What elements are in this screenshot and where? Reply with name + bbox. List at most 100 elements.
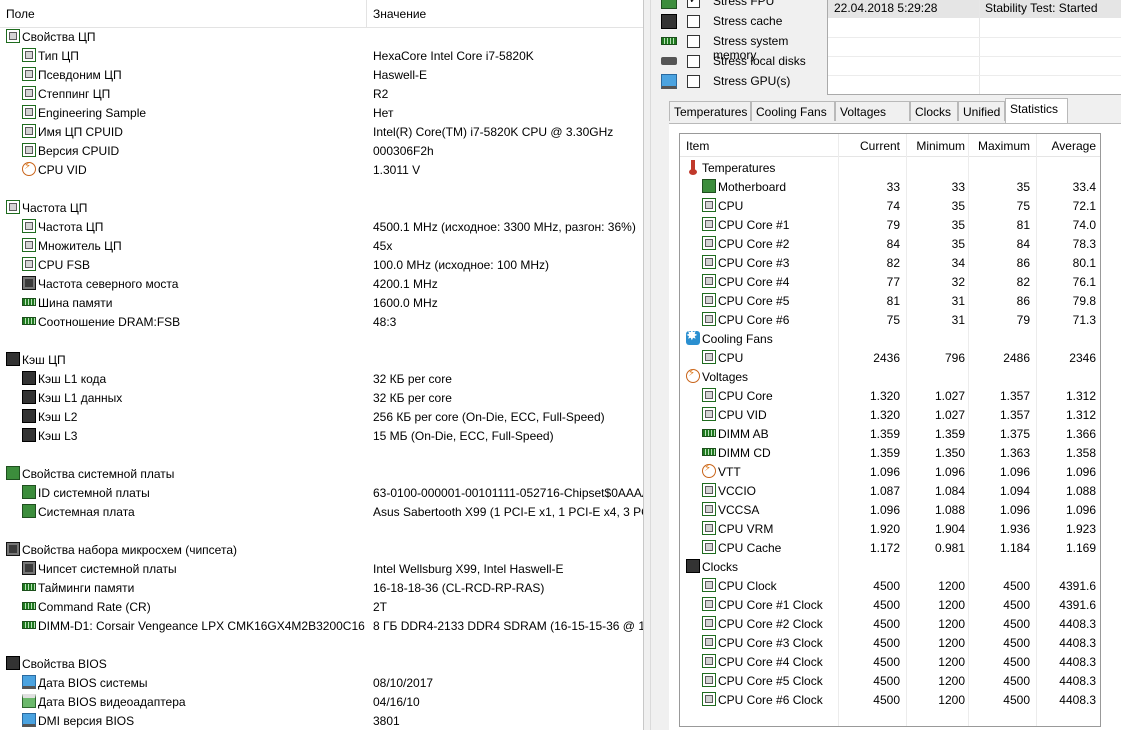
property-row[interactable]: Engineering Sample Нет	[0, 103, 643, 122]
tab-cooling-fans[interactable]: Cooling Fans	[751, 101, 835, 121]
statistics-row[interactable]: CPU Core 1.320 1.027 1.357 1.312	[680, 386, 1100, 405]
property-row[interactable]: Имя ЦП CPUID Intel(R) Core(TM) i7-5820K C…	[0, 122, 643, 141]
statistics-row[interactable]: CPU Core #4 77 32 82 76.1	[680, 272, 1100, 291]
statistics-row[interactable]: CPU VID 1.320 1.027 1.357 1.312	[680, 405, 1100, 424]
property-row[interactable]: Дата BIOS системы 08/10/2017	[0, 673, 643, 692]
statistics-row[interactable]: DIMM CD 1.359 1.350 1.363 1.358	[680, 443, 1100, 462]
property-row[interactable]: CPU VID 1.3011 V	[0, 160, 643, 179]
stress-checkbox[interactable]	[687, 75, 700, 88]
statistics-row[interactable]: CPU Core #1 79 35 81 74.0	[680, 215, 1100, 234]
statistics-row[interactable]: CPU 74 35 75 72.1	[680, 196, 1100, 215]
maximum-column-header[interactable]: Maximum	[972, 139, 1030, 153]
statistics-row[interactable]: CPU Core #4 Clock 4500 1200 4500 4408.3	[680, 652, 1100, 671]
property-row[interactable]: Тип ЦП HexaCore Intel Core i7-5820K	[0, 46, 643, 65]
stress-option-0[interactable]: Stress FPU	[661, 0, 831, 12]
property-row[interactable]: Тайминги памяти 16-18-18-36 (CL-RCD-RP-RA…	[0, 578, 643, 597]
property-label: Дата BIOS системы	[38, 676, 148, 690]
tab-voltages[interactable]: Voltages	[835, 101, 910, 121]
property-row[interactable]: Дата BIOS видеоадаптера 04/16/10	[0, 692, 643, 711]
tab-clocks[interactable]: Clocks	[910, 101, 958, 121]
statistics-row[interactable]: CPU Core #6 75 31 79 71.3	[680, 310, 1100, 329]
property-row[interactable]: Частота ЦП 4500.1 MHz (исходное: 3300 MHz…	[0, 217, 643, 236]
statistics-row[interactable]: DIMM AB 1.359 1.359 1.375 1.366	[680, 424, 1100, 443]
property-row[interactable]: Системная плата Asus Sabertooth X99 (1 PC…	[0, 502, 643, 521]
statistics-row[interactable]: Motherboard 33 33 35 33.4	[680, 177, 1100, 196]
monitor-icon	[22, 713, 36, 727]
statistics-group-row[interactable]: Voltages	[680, 367, 1100, 386]
property-row[interactable]: Свойства набора микросхем (чипсета)	[0, 540, 643, 559]
statistics-row[interactable]: CPU Core #3 82 34 86 80.1	[680, 253, 1100, 272]
statistics-group-row[interactable]: Temperatures	[680, 158, 1100, 177]
property-row[interactable]: Кэш L2 256 КБ per core (On-Die, ECC, Full…	[0, 407, 643, 426]
statistics-row[interactable]: CPU Cache 1.172 0.981 1.184 1.169	[680, 538, 1100, 557]
item-column-header[interactable]: Item	[686, 139, 709, 153]
property-row[interactable]: Кэш ЦП	[0, 350, 643, 369]
stress-checkbox[interactable]	[687, 55, 700, 68]
property-value: R2	[373, 87, 389, 101]
status-log: 22.04.2018 5:29:28 Stability Test: Start…	[827, 0, 1121, 95]
statistics-row[interactable]: VTT 1.096 1.096 1.096 1.096	[680, 462, 1100, 481]
field-column-header[interactable]: Поле	[6, 7, 35, 21]
column-divider[interactable]	[366, 0, 367, 27]
minimum-column-header[interactable]: Minimum	[910, 139, 965, 153]
thermometer-icon	[686, 160, 700, 175]
sensor-max-value: 1.096	[999, 503, 1030, 517]
tab-unified[interactable]: Unified	[958, 101, 1005, 121]
property-row[interactable]: Свойства BIOS	[0, 654, 643, 673]
statistics-group-row[interactable]: Cooling Fans	[680, 328, 1100, 348]
property-row[interactable]: Чипсет системной платы Intel Wellsburg X9…	[0, 559, 643, 578]
stress-checkbox[interactable]	[687, 15, 700, 28]
tab-temperatures[interactable]: Temperatures	[669, 101, 751, 121]
statistics-row[interactable]: CPU Core #1 Clock 4500 1200 4500 4391.6	[680, 595, 1100, 614]
statistics-row[interactable]: CPU Core #5 81 31 86 79.8	[680, 291, 1100, 310]
property-row[interactable]: Command Rate (CR) 2T	[0, 597, 643, 616]
property-row[interactable]: Частота северного моста 4200.1 MHz	[0, 274, 643, 293]
property-row[interactable]: Шина памяти 1600.0 MHz	[0, 293, 643, 312]
statistics-row[interactable]: CPU VRM 1.920 1.904 1.936 1.923	[680, 519, 1100, 538]
sensor-max-value: 1.094	[999, 484, 1030, 498]
statistics-row[interactable]: CPU 2436 796 2486 2346	[680, 348, 1100, 367]
statistics-row[interactable]: VCCIO 1.087 1.084 1.094 1.088	[680, 481, 1100, 500]
property-row[interactable]: Частота ЦП	[0, 198, 643, 217]
statistics-row[interactable]: CPU Core #2 Clock 4500 1200 4500 4408.3	[680, 614, 1100, 633]
property-row[interactable]: Множитель ЦП 45x	[0, 236, 643, 255]
property-row[interactable]: Кэш L1 кода 32 КБ per core	[0, 369, 643, 388]
current-column-header[interactable]: Current	[858, 139, 900, 153]
stress-option-2[interactable]: Stress system memory	[661, 32, 831, 62]
property-row[interactable]: ID системной платы 63-0100-000001-0010111…	[0, 483, 643, 502]
statistics-row[interactable]: CPU Clock 4500 1200 4500 4391.6	[680, 576, 1100, 595]
property-row[interactable]: Степпинг ЦП R2	[0, 84, 643, 103]
statistics-row[interactable]: CPU Core #3 Clock 4500 1200 4500 4408.3	[680, 633, 1100, 652]
statistics-row[interactable]: CPU Core #2 84 35 84 78.3	[680, 234, 1100, 253]
property-value: 000306F2h	[373, 144, 434, 158]
property-row[interactable]: Кэш L1 данных 32 КБ per core	[0, 388, 643, 407]
property-row[interactable]: Версия CPUID 000306F2h	[0, 141, 643, 160]
stress-option-4[interactable]: Stress GPU(s)	[661, 72, 831, 92]
cpu-chip-icon	[22, 143, 36, 157]
property-row[interactable]: DIMM-D1: Corsair Vengeance LPX CMK16GX4M…	[0, 616, 643, 635]
stress-option-3[interactable]: Stress local disks	[661, 52, 831, 72]
value-column-header[interactable]: Значение	[373, 7, 426, 21]
property-row[interactable]: DMI версия BIOS 3801	[0, 711, 643, 730]
property-row[interactable]: Свойства ЦП	[0, 27, 643, 46]
statistics-row[interactable]: CPU Core #6 Clock 4500 1200 4500 4408.3	[680, 690, 1100, 709]
stress-option-1[interactable]: Stress cache	[661, 12, 831, 32]
property-row[interactable]: Псевдоним ЦП Haswell-E	[0, 65, 643, 84]
property-label: Псевдоним ЦП	[38, 68, 122, 82]
property-row[interactable]: Свойства системной платы	[0, 464, 643, 483]
properties-header: Поле Значение	[0, 0, 643, 28]
property-row[interactable]: CPU FSB 100.0 MHz (исходное: 100 MHz)	[0, 255, 643, 274]
property-row[interactable]: Кэш L3 15 МБ (On-Die, ECC, Full-Speed)	[0, 426, 643, 445]
tab-statistics[interactable]: Statistics	[1005, 98, 1068, 123]
statistics-group-row[interactable]: Clocks	[680, 557, 1100, 576]
property-value: 256 КБ per core (On-Die, ECC, Full-Speed…	[373, 410, 605, 424]
stress-checkbox[interactable]	[687, 0, 700, 8]
stress-checkbox[interactable]	[687, 35, 700, 48]
statistics-row[interactable]: CPU Core #5 Clock 4500 1200 4500 4408.3	[680, 671, 1100, 690]
statistics-row[interactable]: VCCSA 1.096 1.088 1.096 1.096	[680, 500, 1100, 519]
pane-splitter[interactable]	[643, 0, 651, 730]
property-row[interactable]: Соотношение DRAM:FSB 48:3	[0, 312, 643, 331]
sensor-min-value: 1200	[938, 674, 965, 688]
property-value: 32 КБ per core	[373, 372, 452, 386]
average-column-header[interactable]: Average	[1040, 139, 1096, 153]
